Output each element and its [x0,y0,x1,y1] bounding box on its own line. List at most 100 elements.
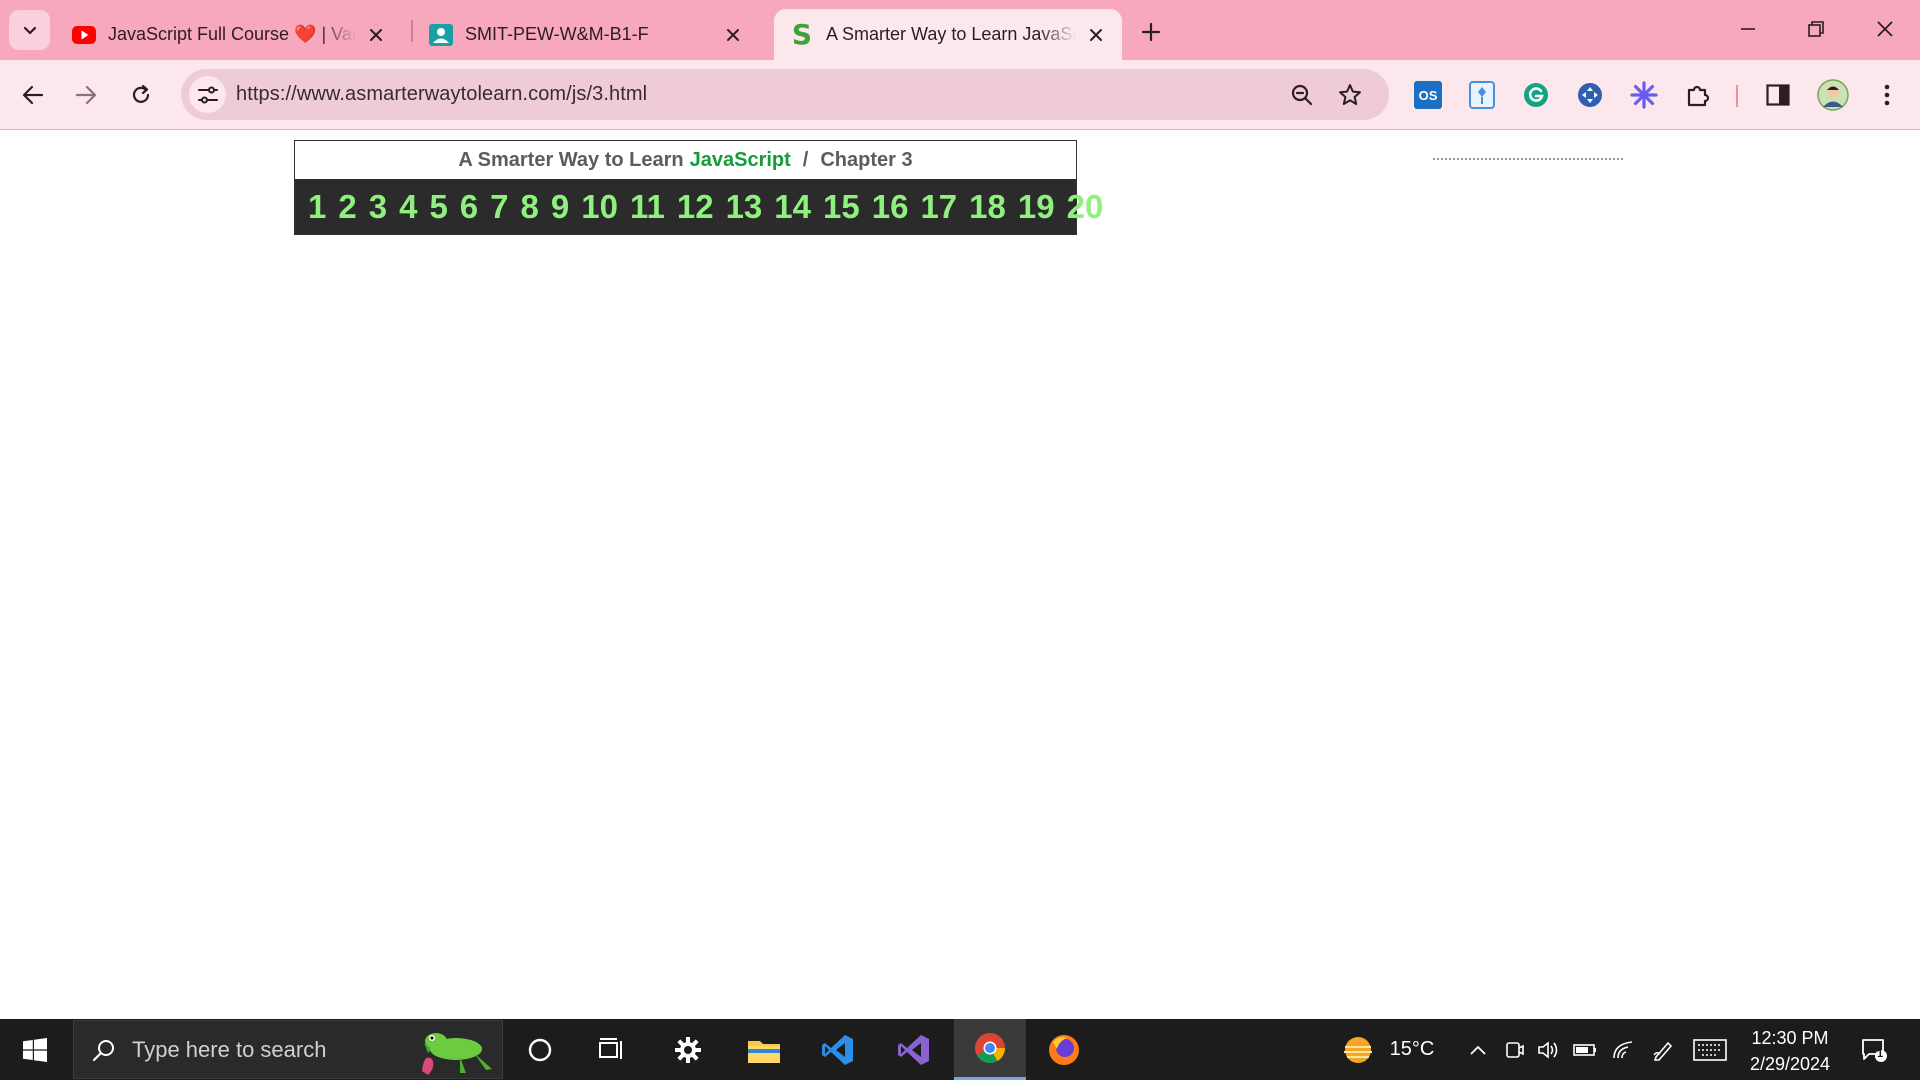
reload-icon [132,84,150,103]
chapter-link[interactable]: 6 [460,188,478,226]
system-clock[interactable]: 12:30 PM 2/29/2024 [1740,1025,1840,1077]
firefox-button[interactable] [1034,1019,1094,1080]
chrome-taskbar-button[interactable] [954,1019,1026,1080]
weather-icon[interactable] [1338,1019,1378,1080]
gear-icon [675,1036,701,1063]
pen-workspace-icon[interactable] [1648,1019,1678,1080]
address-bar[interactable]: https://www.asmarterwaytolearn.com/js/3.… [181,69,1389,120]
frog-illustration-icon [422,1033,492,1075]
notification-icon [1862,1038,1887,1062]
title-separator: / [802,148,809,171]
grammarly-icon[interactable] [1520,79,1552,111]
volume-icon[interactable] [1534,1019,1564,1080]
tab-classroom[interactable]: SMIT-PEW-W&M-B1-F [413,9,759,60]
minimize-button[interactable] [1720,6,1776,52]
chapter-link[interactable]: 10 [581,188,618,226]
chapter-link[interactable]: 1 [308,188,326,226]
task-view-icon [599,1037,622,1059]
battery-icon[interactable] [1570,1019,1600,1080]
chapter-link[interactable]: 16 [872,188,909,226]
firefox-icon [1049,1034,1079,1065]
chapter-link[interactable]: 8 [521,188,539,226]
toolbar-separator [1736,85,1738,107]
task-view-button[interactable] [584,1019,640,1080]
book-title-prefix: A Smarter Way to Learn [458,148,684,171]
close-tab-icon[interactable] [1084,23,1108,47]
site-info-button[interactable] [189,76,226,113]
chapter-links-bar: 1 2 3 4 5 6 7 8 9 10 11 12 13 14 15 16 17 18 19 20 [295,179,1103,234]
notification-center-button[interactable]: 1 [1852,1019,1896,1080]
pin-extension-icon[interactable] [1466,79,1498,111]
tab-search-button[interactable] [9,10,50,50]
taskbar-search-box[interactable]: Type here to search [73,1020,503,1079]
plus-icon [1141,22,1161,42]
restore-button[interactable] [1788,6,1844,52]
new-tab-button[interactable] [1133,14,1169,50]
book-title-javascript[interactable]: JavaScript [690,149,791,172]
close-tab-icon[interactable] [721,23,745,47]
wifi-icon[interactable] [1608,1019,1638,1080]
start-button[interactable] [0,1019,70,1080]
settings-app-button[interactable] [660,1019,716,1080]
weather-temperature[interactable]: 15°C [1384,1019,1440,1080]
back-button[interactable] [15,77,51,113]
clock-time: 12:30 PM [1751,1028,1829,1048]
meet-now-icon[interactable] [1500,1019,1528,1080]
search-icon [92,1039,114,1061]
side-panel-icon[interactable] [1762,79,1794,111]
vscode-button[interactable] [808,1019,868,1080]
notification-count: 1 [1877,1048,1884,1060]
clock-date: 2/29/2024 [1749,1054,1831,1074]
file-explorer-button[interactable] [734,1019,794,1080]
browser-toolbar: https://www.asmarterwaytolearn.com/js/3.… [0,60,1920,130]
chapter-link[interactable]: 11 [630,188,665,226]
bookmark-star-icon[interactable] [1336,81,1364,109]
close-tab-icon[interactable] [364,23,388,47]
puzzle-extensions-icon[interactable] [1682,79,1714,111]
chapter-link[interactable]: 4 [399,188,417,226]
tab-title: A Smarter Way to Learn JavaScr [826,24,1076,44]
reload-button[interactable] [123,77,159,113]
chapter-link[interactable]: 3 [369,188,387,226]
minimize-icon [1741,28,1755,30]
chapter-link[interactable]: 14 [774,188,811,226]
tab-smarter-way-active[interactable]: S A Smarter Way to Learn JavaScr [774,9,1122,60]
chapter-link[interactable]: 20 [1067,188,1104,226]
chapter-link[interactable]: 2 [338,188,356,226]
chevron-up-icon [1470,1045,1486,1055]
url-text[interactable]: https://www.asmarterwaytolearn.com/js/3.… [236,83,647,106]
web-page-content: A Smarter Way to Learn JavaScript / Chap… [0,131,1920,1019]
chapter-link[interactable]: 15 [823,188,860,226]
chapter-link[interactable]: 18 [969,188,1006,226]
chapter-link[interactable]: 13 [726,188,763,226]
cortana-button[interactable] [514,1019,566,1080]
arrow-right-icon [75,85,97,105]
close-icon [1877,21,1893,37]
cortana-circle-icon [528,1038,552,1061]
tab-youtube[interactable]: JavaScript Full Course ❤️ | Varia [56,9,402,60]
chevron-down-icon [23,26,36,35]
chrome-icon [975,1033,1005,1064]
chapter-link[interactable]: 7 [490,188,508,226]
os-addon-label: OS [1418,87,1438,103]
vscode-icon [822,1034,853,1065]
move-extension-icon[interactable] [1574,79,1606,111]
windows-taskbar: Type here to search 15°C 12:30 PM 2/29/2… [0,1019,1920,1080]
os-addon-icon[interactable]: OS [1412,79,1444,111]
chapter-link[interactable]: 5 [429,188,447,226]
close-window-button[interactable] [1857,6,1913,52]
chrome-menu-button[interactable] [1871,79,1903,111]
profile-avatar[interactable] [1817,79,1849,111]
visual-studio-button[interactable] [884,1019,944,1080]
chapter-link[interactable]: 12 [677,188,714,226]
touch-keyboard-icon[interactable] [1690,1019,1730,1080]
zoom-icon[interactable] [1288,81,1316,109]
chapter-link[interactable]: 17 [920,188,957,226]
show-hidden-icons-button[interactable] [1466,1019,1490,1080]
arrow-left-icon [22,85,44,105]
favicon-letter: S [791,17,813,51]
asterisk-extension-icon[interactable] [1628,79,1660,111]
chapter-link[interactable]: 9 [551,188,569,226]
forward-button[interactable] [68,77,104,113]
chapter-link[interactable]: 19 [1018,188,1055,226]
